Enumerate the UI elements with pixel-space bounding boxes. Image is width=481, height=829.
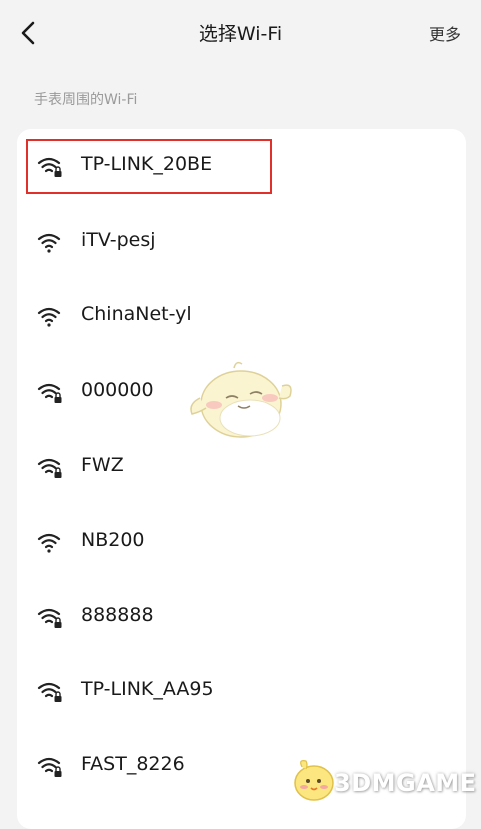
wifi-network-item[interactable]: NB200 [17, 505, 466, 579]
wifi-ssid: 888888 [81, 604, 154, 626]
watermark-text: 3DMGAME [334, 769, 477, 797]
section-label: 手表周围的Wi-Fi [34, 92, 138, 108]
wifi-network-item[interactable]: TP-LINK_20BE [17, 129, 466, 203]
wifi-secured-icon [37, 383, 62, 403]
wifi-open-icon [37, 233, 61, 253]
wifi-ssid: TP-LINK_20BE [81, 153, 213, 175]
more-button[interactable]: 更多 [429, 21, 461, 45]
wifi-ssid: FWZ [81, 454, 124, 476]
wifi-ssid: 000000 [81, 379, 154, 401]
wifi-ssid: FAST_8226 [81, 753, 185, 775]
wifi-network-item[interactable]: TP-LINK_AA95 [17, 654, 466, 728]
wifi-network-item[interactable]: iTV-pesj [17, 205, 466, 279]
wifi-secured-icon [37, 682, 62, 702]
wifi-open-icon [37, 307, 61, 327]
wifi-ssid: NB200 [81, 529, 145, 551]
wifi-secured-icon [37, 157, 62, 177]
wifi-secured-icon [37, 458, 62, 478]
wifi-open-icon [37, 533, 61, 553]
top-bar: 选择Wi-Fi 更多 [0, 0, 481, 66]
wifi-secured-icon [37, 608, 62, 628]
wifi-network-item[interactable]: 888888 [17, 580, 466, 654]
wifi-network-item[interactable]: ChinaNet-yl [17, 279, 466, 353]
wifi-secured-icon [37, 757, 62, 777]
wifi-ssid: TP-LINK_AA95 [81, 678, 214, 700]
wifi-list: TP-LINK_20BE iTV-pesj ChinaNet-yl 000000 [17, 129, 466, 829]
page-title: 选择Wi-Fi [198, 23, 283, 45]
wifi-ssid: ChinaNet-yl [81, 303, 192, 325]
watermark-mascot-icon [190, 361, 292, 438]
wifi-ssid: iTV-pesj [81, 229, 156, 251]
